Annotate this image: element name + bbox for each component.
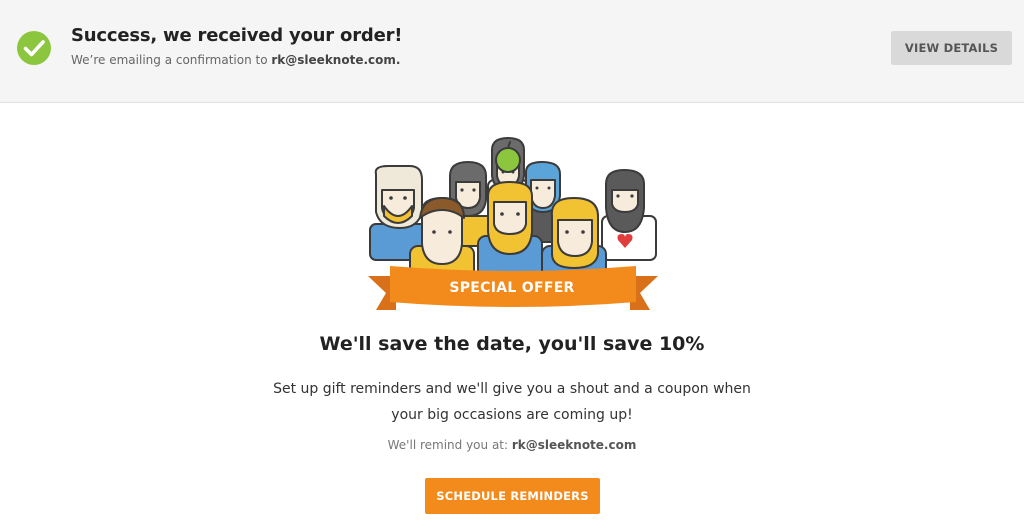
confirmation-email: rk@sleeknote.com. [271,53,401,67]
reminder-prefix: We'll remind you at: [387,438,512,452]
order-success-banner: Success, we received your order! We’re e… [0,0,1024,103]
confirmation-prefix: We’re emailing a confirmation to [71,53,272,67]
reminder-email: rk@sleeknote.com [511,438,637,452]
reminder-email-line: We'll remind you at: rk@sleeknote.com [0,438,1024,452]
checkmark-circle-icon [17,31,51,65]
order-success-title: Success, we received your order! [71,25,403,46]
offer-description: Set up gift reminders and we'll give you… [273,381,751,423]
confirmation-message: We’re emailing a confirmation to rk@slee… [71,53,400,67]
schedule-reminders-button[interactable]: SCHEDULE REMINDERS [425,478,600,514]
offer-headline: We'll save the date, you'll save 10% [319,333,705,355]
special-offer-label: SPECIAL OFFER [449,280,575,296]
view-details-button[interactable]: VIEW DETAILS [891,31,1012,65]
